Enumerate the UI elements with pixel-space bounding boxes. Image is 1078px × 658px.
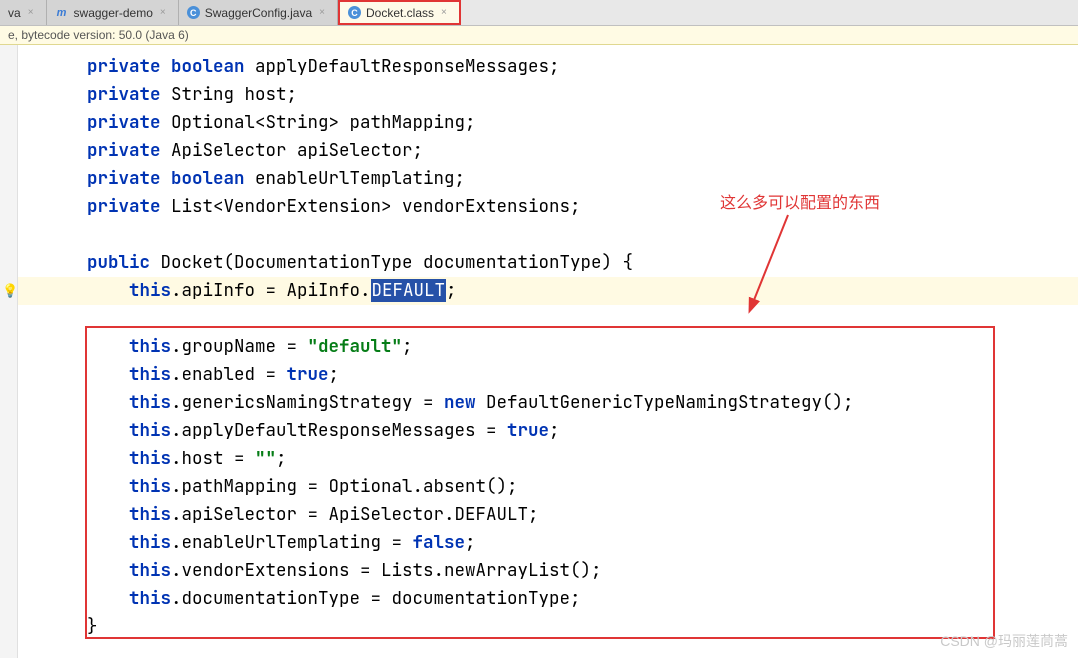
close-icon[interactable]: × [439, 7, 449, 18]
selected-text: DEFAULT [371, 279, 447, 302]
close-icon[interactable]: × [158, 7, 168, 18]
tab-label: swagger-demo [74, 6, 153, 20]
editor-tabs: va × m swagger-demo × C SwaggerConfig.ja… [0, 0, 1078, 26]
tab-swaggerconfig[interactable]: C SwaggerConfig.java × [179, 0, 338, 25]
decompile-info-bar: e, bytecode version: 50.0 (Java 6) [0, 26, 1078, 45]
info-text: e, bytecode version: 50.0 (Java 6) [8, 28, 189, 42]
editor-gutter [0, 45, 18, 658]
intention-bulb-icon[interactable]: 💡 [2, 283, 18, 299]
java-class-icon: C [348, 6, 361, 19]
close-icon[interactable]: × [317, 7, 327, 18]
tab-label: va [8, 6, 21, 20]
code-content[interactable]: private boolean applyDefaultResponseMess… [20, 53, 1078, 641]
close-icon[interactable]: × [26, 7, 36, 18]
tab-swagger-demo[interactable]: m swagger-demo × [47, 0, 179, 25]
tab-label: Docket.class [366, 6, 434, 20]
maven-icon: m [55, 6, 69, 20]
annotation-text: 这么多可以配置的东西 [720, 189, 880, 213]
java-class-icon: C [187, 6, 200, 19]
tab-docket-class[interactable]: C Docket.class × [338, 0, 461, 25]
watermark: CSDN @玛丽莲茼蒿 [940, 631, 1068, 651]
tab-label: SwaggerConfig.java [205, 6, 312, 20]
tab-va[interactable]: va × [0, 0, 47, 25]
code-editor[interactable]: 💡 private boolean applyDefaultResponseMe… [0, 45, 1078, 658]
